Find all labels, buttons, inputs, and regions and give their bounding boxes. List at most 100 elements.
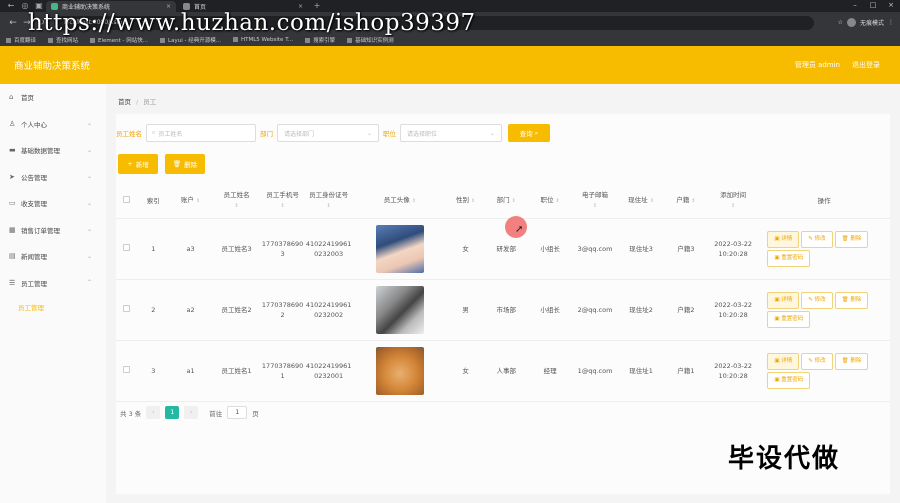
back-arrow-icon[interactable]: ← [4, 0, 18, 12]
select-all-checkbox[interactable] [123, 195, 131, 203]
sidebar: ⌂ 首页 ♙ 个人中心 ⌄ ▬ 基础数据管理 ⌄ ➤ 公告管理 ⌄ ▭ 收支管理… [0, 84, 106, 503]
cell-phone: 17703786901 [260, 340, 305, 402]
row-checkbox[interactable] [123, 304, 131, 312]
edit-button[interactable]: ✎ 修改 [801, 291, 833, 309]
sort-icon[interactable]: ⇕ [327, 203, 331, 209]
close-icon[interactable]: × [166, 3, 171, 10]
sidebar-item-home[interactable]: ⌂ 首页 [0, 84, 106, 111]
avatar-photo[interactable] [375, 285, 424, 334]
sort-icon[interactable]: ⇕ [691, 198, 695, 204]
col-header[interactable]: 员工姓名 ⇕ [212, 184, 261, 219]
chevron-down-icon: ⌄ [86, 226, 92, 234]
mouse-cursor-icon: ➚ [515, 224, 524, 235]
sort-icon[interactable]: ⇕ [556, 198, 560, 204]
row-checkbox[interactable] [123, 243, 131, 251]
cell-name: 员工姓名2 [212, 279, 261, 341]
reset-password-button[interactable]: ▣ 重置密码 [767, 310, 811, 328]
sidebar-item-orders[interactable]: ▦ 销售订单管理 ⌄ [0, 217, 106, 244]
detail-button[interactable]: ▣ 详情 [767, 230, 800, 248]
delete-button[interactable]: 🗑 删除 [834, 291, 869, 309]
edit-button[interactable]: ✎ 修改 [801, 352, 833, 370]
sidebar-item-profile[interactable]: ♙ 个人中心 ⌄ [0, 111, 106, 138]
edit-button[interactable]: ✎ 修改 [801, 230, 833, 248]
sort-icon[interactable]: ⇕ [196, 198, 200, 204]
bookmark[interactable]: Element - 网站快... [90, 36, 148, 44]
name-filter-input[interactable]: ⌕ 员工姓名 [146, 124, 256, 142]
sort-icon[interactable]: ⇕ [593, 203, 597, 209]
star-icon[interactable]: ☆ [838, 19, 843, 26]
profile[interactable]: ☆ 无痕模式 ⋮ [838, 18, 894, 27]
col-header[interactable]: 员工身份证号 ⇕ [304, 184, 353, 219]
maximize-icon[interactable]: □ [864, 0, 882, 10]
sort-icon[interactable]: ⇕ [731, 203, 735, 209]
col-header[interactable]: 户籍 ⇕ [664, 184, 708, 219]
batch-delete-button[interactable]: 🗑 删除 [165, 154, 205, 174]
col-header[interactable]: 部门 ⇕ [484, 184, 529, 219]
sidebar-item-notice[interactable]: ➤ 公告管理 ⌄ [0, 164, 106, 191]
dept-select[interactable]: 请选择部门 ⌄ [277, 124, 379, 142]
sort-icon[interactable]: ⇕ [512, 198, 516, 204]
col-header[interactable]: 员工头像 ⇕ [352, 184, 448, 219]
back-icon[interactable]: ← [6, 18, 20, 28]
avatar-photo[interactable] [375, 224, 424, 273]
delete-button[interactable]: 🗑 删除 [834, 230, 869, 248]
col-header[interactable]: 电子邮箱 ⇕ [572, 184, 619, 219]
query-button[interactable]: 查询 ⌕ [508, 124, 550, 142]
sidebar-subitem-staff-manage[interactable]: 员工管理 [0, 296, 106, 318]
row-checkbox[interactable] [123, 365, 131, 373]
detail-button[interactable]: ▣ 详情 [767, 291, 800, 309]
detail-button[interactable]: ▣ 详情 [767, 352, 800, 370]
avatar-photo[interactable] [375, 346, 424, 395]
prev-page-button[interactable]: ‹ [146, 406, 161, 419]
col-header[interactable]: 性别 ⇕ [447, 184, 485, 219]
sidebar-item-staff[interactable]: ☰ 员工管理 ⌃ [0, 270, 106, 297]
cell-email: 2@qq.com [572, 279, 619, 341]
sidebar-item-basic-data[interactable]: ▬ 基础数据管理 ⌄ [0, 137, 106, 164]
reset-password-button[interactable]: ▣ 重置密码 [767, 249, 811, 267]
col-header-label: 添加时间 [720, 191, 747, 200]
cell-gender: 男 [447, 279, 485, 341]
sort-icon[interactable]: ⇕ [471, 198, 475, 204]
bookmark[interactable]: 基础知识实例测 [347, 36, 394, 44]
goto-page-input[interactable]: 1 [227, 406, 248, 419]
sidebar-item-news[interactable]: ▤ 新闻管理 ⌄ [0, 243, 106, 270]
table-header-row: 索引 账户 ⇕ 员工姓名 ⇕ 员工手机号 ⇕ 员工身份证号 ⇕ 员工头像 ⇕ 性别 ⇕… [116, 184, 890, 219]
bookmark[interactable]: 百度翻译 [6, 36, 36, 44]
sort-icon[interactable]: ⇕ [234, 203, 238, 209]
sort-icon[interactable]: ⇕ [650, 198, 654, 204]
bookmark[interactable]: Layui - 经典开源模... [160, 36, 221, 44]
delete-button[interactable]: 🗑 删除 [834, 352, 869, 370]
breadcrumb-home[interactable]: 首页 [118, 98, 131, 106]
bookmark[interactable]: 查找网站 [48, 36, 78, 44]
close-window-icon[interactable]: × [882, 0, 900, 10]
reset-password-button[interactable]: ▣ 重置密码 [767, 371, 811, 389]
add-button[interactable]: + 新增 [118, 154, 158, 174]
col-header[interactable]: 索引 [137, 184, 169, 219]
name-filter-label: 员工姓名 [116, 130, 142, 138]
cell-photo [352, 218, 448, 280]
minimize-icon[interactable]: – [846, 0, 864, 10]
sort-icon[interactable]: ⇕ [412, 198, 416, 204]
edit-label: 修改 [814, 357, 826, 364]
sort-icon[interactable]: ⇕ [281, 203, 285, 209]
menu-icon[interactable]: ⋮ [888, 19, 894, 26]
col-header[interactable]: 添加时间 ⇕ [707, 184, 759, 219]
next-page-button[interactable]: › [184, 406, 199, 419]
dept-select-placeholder: 请选择部门 [284, 130, 315, 138]
bookmark[interactable]: 搜索引擎 [305, 36, 335, 44]
page-number-button[interactable]: 1 [165, 406, 180, 419]
col-header[interactable]: 职位 ⇕ [528, 184, 572, 219]
col-header[interactable]: 员工手机号 ⇕ [260, 184, 305, 219]
logout-link[interactable]: 退出登录 [852, 60, 880, 70]
cell-time: 2022-03-22 10:20:28 [707, 340, 759, 402]
bookmark[interactable]: HTML5 Website T... [233, 37, 293, 43]
search-icon: ⌕ [534, 128, 539, 137]
col-header[interactable]: 现住址 ⇕ [618, 184, 665, 219]
vue-favicon-icon [51, 3, 58, 10]
position-select[interactable]: 请选择职位 ⌄ [400, 124, 502, 142]
sidebar-item-finance[interactable]: ▭ 收支管理 ⌄ [0, 190, 106, 217]
table-row: 2 a2 员工姓名2 17703786902 41022419961023200… [116, 279, 890, 341]
col-header[interactable]: 账户 ⇕ [168, 184, 213, 219]
close-icon[interactable]: × [298, 3, 303, 10]
sidebar-item-label: 个人中心 [21, 120, 47, 129]
